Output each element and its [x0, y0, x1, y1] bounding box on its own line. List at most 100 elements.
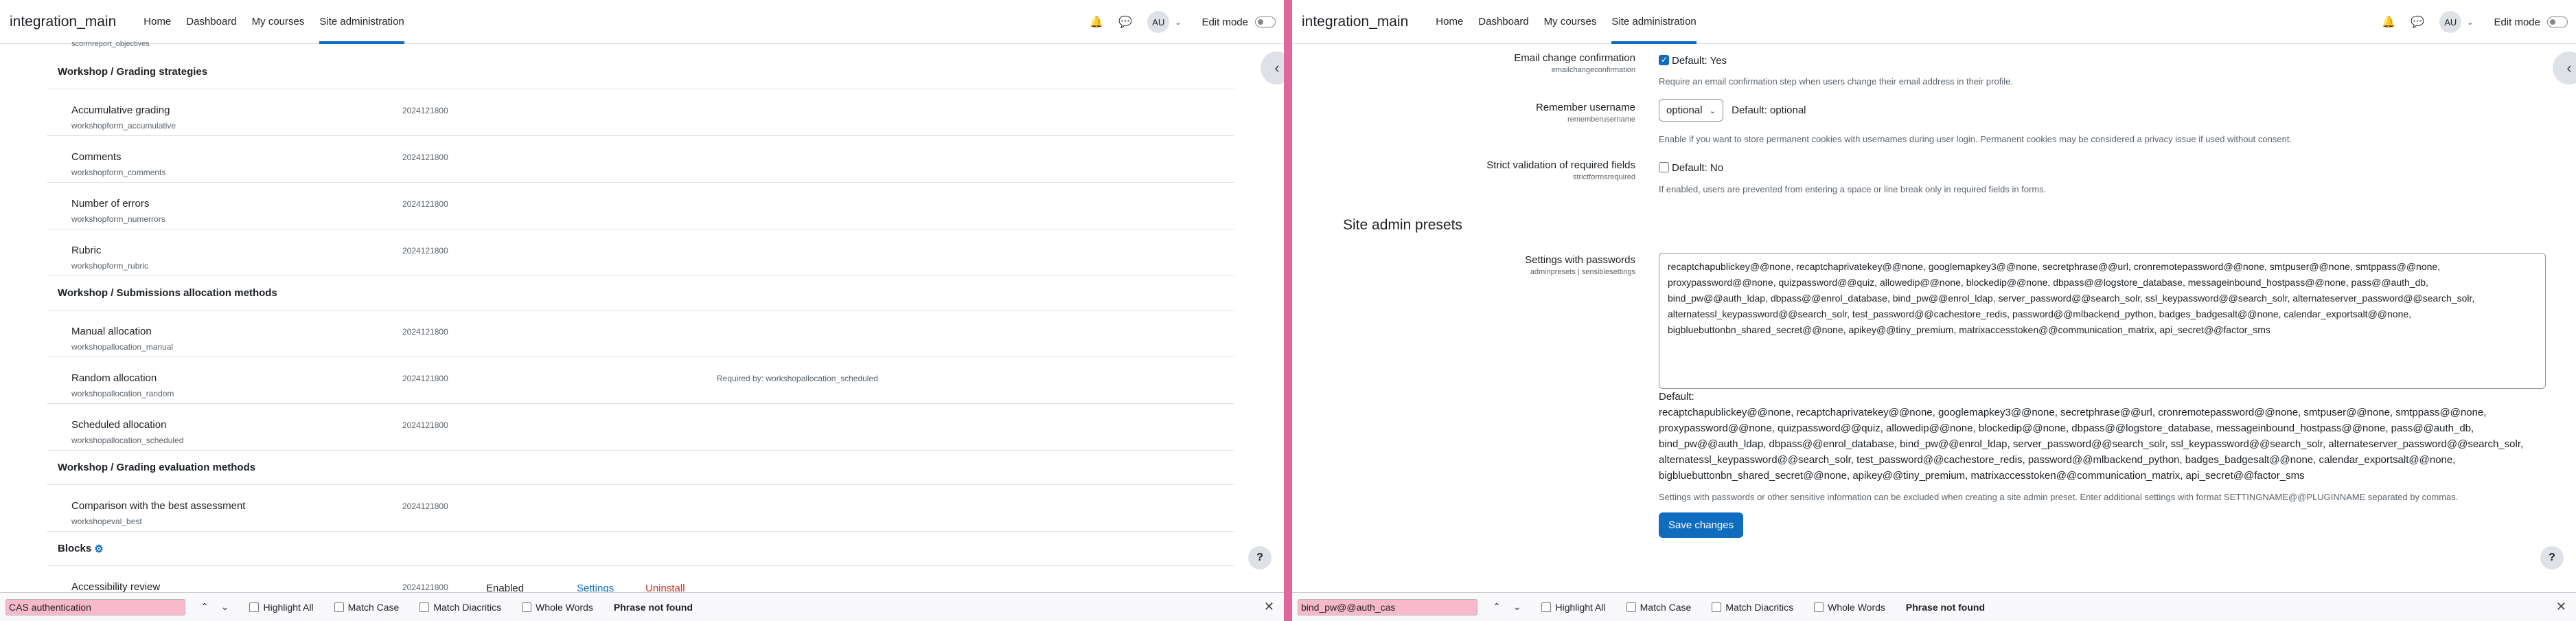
- navbar: integration_main Home Dashboard My cours…: [1292, 0, 2576, 44]
- partial-row-key: scormreport_objectives: [71, 40, 150, 48]
- nav-user-area: 🔔 💬 AU ⌄ Edit mode: [2382, 0, 2576, 44]
- highlight-all-label: Highlight All: [1555, 601, 1606, 613]
- find-next-icon[interactable]: ⌄: [1513, 601, 1521, 613]
- table-row: Random allocation workshopallocation_ran…: [47, 357, 1234, 404]
- match-case-checkbox[interactable]: Match Case: [1626, 601, 1692, 613]
- section-heading: Site admin presets: [1343, 217, 1462, 233]
- highlight-all-checkbox[interactable]: Highlight All: [249, 602, 314, 613]
- setting-label: Remember username: [1535, 102, 1635, 113]
- chevron-left-icon[interactable]: ‹: [2553, 52, 2576, 84]
- save-changes-button[interactable]: Save changes: [1659, 512, 1744, 538]
- plugin-version: 2024121800: [402, 583, 448, 592]
- plugin-version: 2024121800: [402, 199, 448, 209]
- setting-label: Settings with passwords: [1525, 254, 1635, 266]
- plugin-name: Number of errors: [71, 198, 150, 210]
- chevron-down-icon[interactable]: ⌄: [2467, 18, 2473, 27]
- checkbox-icon: [522, 602, 532, 612]
- strict-validation-checkbox[interactable]: Default: No: [1659, 162, 1723, 174]
- plugin-version: 2024121800: [402, 246, 448, 256]
- nav-user-area: 🔔 💬 AU ⌄ Edit mode: [1090, 0, 1284, 44]
- match-diacritics-checkbox[interactable]: Match Diacritics: [419, 602, 501, 613]
- checkbox-icon: [249, 602, 260, 612]
- match-case-label: Match Case: [347, 601, 400, 613]
- find-status: Phrase not found: [613, 601, 693, 613]
- nav-my-courses[interactable]: My courses: [1544, 0, 1597, 44]
- nav-site-administration[interactable]: Site administration: [319, 0, 404, 44]
- avatar[interactable]: AU: [1147, 11, 1170, 33]
- chevron-left-icon[interactable]: ‹: [1261, 52, 1284, 84]
- match-case-label: Match Case: [1640, 601, 1692, 613]
- email-change-checkbox[interactable]: Default: Yes: [1659, 55, 1727, 67]
- plugin-name: Accessibility review: [71, 581, 161, 593]
- edit-mode-toggle[interactable]: [2547, 16, 2568, 27]
- setting-description: Settings with passwords or other sensiti…: [1659, 492, 2459, 502]
- plugin-name: Comments: [71, 151, 122, 163]
- site-brand[interactable]: integration_main: [10, 14, 116, 30]
- checkbox-icon: [1626, 602, 1636, 612]
- nav-dashboard[interactable]: Dashboard: [186, 0, 236, 44]
- plugin-version: 2024121800: [402, 153, 448, 162]
- chevron-down-icon[interactable]: ⌄: [1175, 18, 1181, 27]
- left-browser-window: integration_main Home Dashboard My cours…: [0, 0, 1284, 621]
- edit-mode-toggle[interactable]: [1255, 16, 1276, 27]
- table-row: Accumulative grading workshopform_accumu…: [47, 89, 1234, 136]
- plugin-name: Random allocation: [71, 372, 157, 384]
- email-change-label-block: Email change confirmation emailchangecon…: [1292, 52, 1635, 74]
- remember-username-row: optional ⌄ Default: optional: [1659, 99, 1806, 122]
- match-case-checkbox[interactable]: Match Case: [334, 601, 400, 613]
- whole-words-label: Whole Words: [1828, 601, 1885, 613]
- nav-home[interactable]: Home: [1436, 0, 1463, 44]
- textarea-line: bigbluebuttonbn_shared_secret@@none, api…: [1668, 324, 2270, 335]
- avatar[interactable]: AU: [2439, 11, 2462, 33]
- whole-words-label: Whole Words: [536, 601, 593, 613]
- plugin-version: 2024121800: [402, 501, 448, 511]
- default-line: proxypassword@@none, quizpassword@@quiz,…: [1659, 422, 2474, 434]
- textarea-line: alternatessl_keypassword@@search_solr, t…: [1668, 308, 2412, 319]
- site-brand[interactable]: integration_main: [1302, 14, 1408, 30]
- find-input[interactable]: [5, 598, 185, 616]
- bell-icon[interactable]: 🔔: [2382, 15, 2395, 29]
- table-row: Comments workshopform_comments 202412180…: [47, 136, 1234, 183]
- chevron-down-icon: ⌄: [1709, 107, 1716, 115]
- bell-icon[interactable]: 🔔: [1090, 15, 1103, 29]
- table-row: Scheduled allocation workshopallocation_…: [47, 404, 1234, 451]
- default-label: Default:: [1659, 391, 1694, 403]
- close-icon[interactable]: ✕: [1264, 600, 1274, 614]
- highlight-all-checkbox[interactable]: Highlight All: [1541, 601, 1606, 613]
- match-diacritics-label: Match Diacritics: [433, 601, 502, 613]
- nav-site-administration[interactable]: Site administration: [1611, 0, 1697, 44]
- remember-username-select[interactable]: optional ⌄: [1659, 99, 1723, 122]
- chat-icon[interactable]: 💬: [2411, 15, 2424, 29]
- find-previous-icon[interactable]: ⌃: [1493, 601, 1501, 613]
- plugin-key: workshopform_accumulative: [71, 121, 176, 131]
- default-line: recaptchapublickey@@none, recaptchapriva…: [1659, 407, 2487, 418]
- plugin-name: Scheduled allocation: [71, 419, 167, 431]
- textarea-line: recaptchapublickey@@none, recaptchapriva…: [1668, 261, 2441, 272]
- help-icon[interactable]: ?: [1248, 546, 1272, 569]
- whole-words-checkbox[interactable]: Whole Words: [1814, 602, 1885, 613]
- match-diacritics-label: Match Diacritics: [1725, 601, 1794, 613]
- section-heading: Workshop / Grading evaluation methods: [47, 451, 1234, 485]
- gear-icon[interactable]: ⚙: [94, 543, 103, 555]
- plugin-name: Comparison with the best assessment: [71, 500, 246, 512]
- match-diacritics-checkbox[interactable]: Match Diacritics: [1712, 602, 1793, 613]
- setting-key: emailchangeconfirmation: [1551, 66, 1635, 74]
- nav-home[interactable]: Home: [143, 0, 171, 44]
- chat-icon[interactable]: 💬: [1118, 15, 1132, 29]
- find-next-icon[interactable]: ⌄: [221, 601, 229, 613]
- nav-dashboard[interactable]: Dashboard: [1478, 0, 1528, 44]
- section-heading-blocks: Blocks ⚙: [47, 532, 1234, 566]
- close-icon[interactable]: ✕: [2556, 600, 2566, 614]
- whole-words-checkbox[interactable]: Whole Words: [522, 602, 593, 613]
- help-icon[interactable]: ?: [2540, 546, 2564, 569]
- find-input[interactable]: [1298, 598, 1477, 616]
- find-previous-icon[interactable]: ⌃: [200, 601, 209, 613]
- checkbox-icon: [1712, 602, 1722, 612]
- plugin-key: workshopallocation_scheduled: [71, 436, 184, 445]
- settings-with-passwords-textarea[interactable]: recaptchapublickey@@none, recaptchapriva…: [1659, 253, 2546, 389]
- nav-my-courses[interactable]: My courses: [252, 0, 305, 44]
- plugin-key: workshopform_numerrors: [71, 214, 165, 224]
- setting-default-block: Default: recaptchapublickey@@none, recap…: [1659, 389, 2544, 484]
- plugin-key: workshopallocation_random: [71, 389, 174, 398]
- checkbox-checked-icon: [1659, 55, 1669, 65]
